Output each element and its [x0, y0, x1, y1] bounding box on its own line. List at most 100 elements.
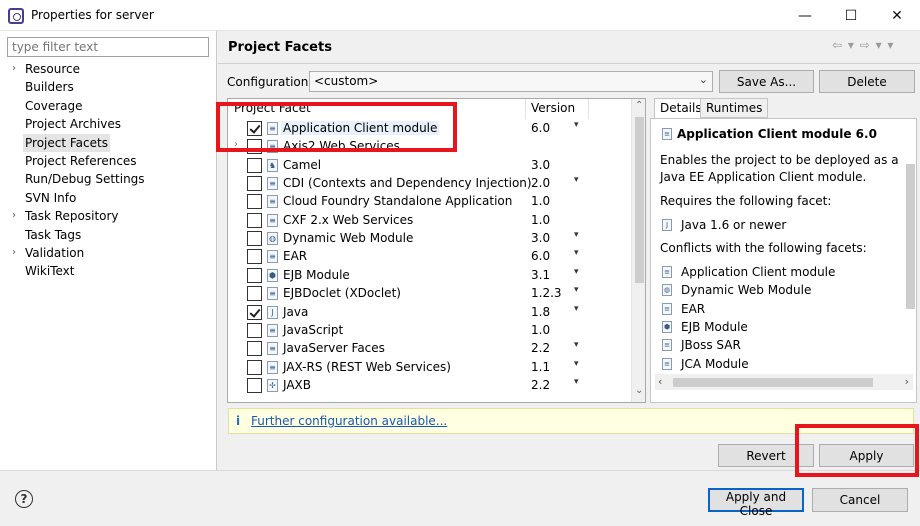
title-bar: Properties for server — ☐ ✕: [0, 0, 920, 31]
tree-item-resource[interactable]: Resource: [25, 60, 80, 78]
facet-row[interactable]: ≡ EJBDoclet (XDoclet) 1.2.3 ▾: [228, 285, 630, 303]
tree-item-project-facets[interactable]: Project Facets: [23, 133, 110, 152]
version-dropdown-icon[interactable]: ▾: [574, 175, 579, 185]
page-icon: ≡: [662, 266, 672, 278]
facet-checkbox[interactable]: [247, 231, 262, 247]
facet-checkbox[interactable]: [247, 322, 262, 338]
save-as-button[interactable]: Save As...: [719, 70, 814, 93]
chevron-down-icon: ⌄: [698, 73, 708, 86]
history-nav-icons[interactable]: ⇦ ▾ ⇨ ▾ ▾: [832, 38, 894, 52]
further-configuration-link[interactable]: Further configuration available...: [251, 414, 447, 428]
facet-name: CDI (Contexts and Dependency Injection): [283, 176, 532, 191]
facet-name: JAXB: [283, 377, 311, 392]
facet-checkbox[interactable]: [247, 176, 262, 192]
version-dropdown-icon[interactable]: ▾: [574, 359, 579, 369]
tree-item-svn-info[interactable]: SVN Info: [25, 189, 76, 207]
minimize-button[interactable]: —: [782, 0, 828, 31]
scroll-up-icon[interactable]: ⌃: [635, 100, 643, 111]
chevron-right-icon[interactable]: ›: [12, 207, 22, 225]
scrollbar-thumb[interactable]: [635, 117, 644, 283]
version-dropdown-icon[interactable]: ▾: [574, 377, 579, 387]
version-dropdown-icon[interactable]: ▾: [574, 120, 579, 130]
facet-row[interactable]: J Java 1.8 ▾: [228, 304, 630, 322]
configuration-value: <custom>: [314, 74, 379, 88]
tree-item-project-references[interactable]: Project References: [25, 152, 137, 170]
apply-and-close-button[interactable]: Apply and Close: [708, 488, 804, 518]
tree-item-validation[interactable]: Validation: [25, 244, 84, 262]
facet-name: EJBDoclet (XDoclet): [283, 286, 401, 301]
facet-row[interactable]: ✢ JAXB 2.2 ▾: [228, 377, 630, 395]
required-facet: Java 1.6 or newer: [681, 218, 787, 232]
details-horizontal-scrollbar[interactable]: ‹ ›: [655, 374, 913, 390]
highlight-box-facet: [216, 102, 457, 152]
facet-version: 3.0: [531, 157, 551, 172]
tab-runtimes[interactable]: Runtimes: [700, 98, 769, 118]
facet-checkbox[interactable]: [247, 267, 262, 283]
configuration-combo[interactable]: <custom> ⌄: [309, 71, 713, 92]
version-dropdown-icon[interactable]: ▾: [574, 304, 579, 314]
facet-checkbox[interactable]: [247, 212, 262, 228]
ejb-icon: ⬢: [662, 320, 672, 333]
facet-version: 6.0: [531, 121, 551, 135]
facet-row[interactable]: ≡ JAX-RS (REST Web Services) 1.1 ▾: [228, 359, 630, 377]
page-icon: ≡: [267, 195, 278, 209]
column-header-version[interactable]: Version: [531, 101, 575, 115]
facet-checkbox[interactable]: [247, 157, 262, 173]
page-icon: ≡: [662, 339, 672, 352]
highlight-box-apply: [795, 424, 919, 477]
facet-row[interactable]: ≡ EAR 6.0 ▾: [228, 248, 630, 266]
version-dropdown-icon[interactable]: ▾: [574, 230, 579, 240]
scroll-right-icon[interactable]: ›: [905, 375, 909, 388]
facet-row[interactable]: ≡ JavaServer Faces 2.2 ▾: [228, 340, 630, 358]
facet-checkbox[interactable]: [247, 249, 262, 265]
facet-checkbox[interactable]: [247, 377, 262, 393]
scroll-down-icon[interactable]: ⌄: [635, 385, 643, 396]
details-heading: Application Client module 6.0: [677, 127, 877, 141]
facet-name: Java: [283, 304, 309, 319]
tree-item-task-tags[interactable]: Task Tags: [25, 226, 81, 244]
facet-checkbox[interactable]: [247, 194, 262, 210]
version-dropdown-icon[interactable]: ▾: [574, 248, 579, 258]
facet-table-scrollbar[interactable]: ⌃ ⌄: [631, 99, 645, 402]
details-scrollbar-thumb[interactable]: [906, 164, 915, 309]
facet-version: 1.0: [531, 322, 551, 337]
facet-version: 2.2: [531, 377, 551, 392]
version-dropdown-icon[interactable]: ▾: [574, 340, 579, 350]
facet-row[interactable]: ⬢ EJB Module 3.1 ▾: [228, 267, 630, 285]
facet-version: 1.0: [531, 194, 551, 209]
cancel-button[interactable]: Cancel: [812, 488, 908, 512]
scrollbar-thumb[interactable]: [673, 378, 873, 387]
facet-row[interactable]: ≡ JavaScript 1.0: [228, 322, 630, 340]
footer-divider: [0, 470, 920, 471]
facet-checkbox[interactable]: [247, 359, 262, 375]
tree-item-project-archives[interactable]: Project Archives: [25, 115, 121, 133]
help-icon[interactable]: ?: [15, 490, 33, 508]
chevron-right-icon[interactable]: ›: [12, 244, 22, 262]
version-dropdown-icon[interactable]: ▾: [574, 285, 579, 295]
facet-checkbox[interactable]: [247, 286, 262, 302]
facet-checkbox[interactable]: [247, 341, 262, 357]
java-icon: J: [662, 219, 672, 231]
close-button[interactable]: ✕: [874, 0, 920, 31]
maximize-button[interactable]: ☐: [828, 0, 874, 31]
tree-item-builders[interactable]: Builders: [25, 78, 74, 96]
tree-item-run-debug-settings[interactable]: Run/Debug Settings: [25, 170, 145, 188]
conflicting-facet: JCA Module: [681, 356, 749, 371]
filter-input[interactable]: [7, 37, 209, 57]
facet-row[interactable]: ♞ Camel 3.0: [228, 157, 630, 175]
scroll-left-icon[interactable]: ‹: [658, 375, 662, 388]
page-icon: ≡: [662, 357, 672, 370]
facet-row[interactable]: ◍ Dynamic Web Module 3.0 ▾: [228, 230, 630, 248]
facet-row[interactable]: ≡ Cloud Foundry Standalone Application 1.0: [228, 193, 630, 211]
facet-row[interactable]: ≡ CDI (Contexts and Dependency Injection)…: [228, 175, 630, 193]
tree-item-wikitext[interactable]: WikiText: [25, 262, 75, 280]
column-separator: [588, 99, 589, 119]
ejb-icon: ⬢: [267, 268, 278, 282]
chevron-right-icon[interactable]: ›: [12, 60, 22, 78]
version-dropdown-icon[interactable]: ▾: [574, 267, 579, 277]
delete-button[interactable]: Delete: [819, 70, 915, 93]
facet-row[interactable]: ≡ CXF 2.x Web Services 1.0: [228, 212, 630, 230]
facet-checkbox[interactable]: [247, 304, 262, 320]
tree-item-coverage[interactable]: Coverage: [25, 97, 83, 115]
tree-item-task-repository[interactable]: Task Repository: [25, 207, 119, 225]
